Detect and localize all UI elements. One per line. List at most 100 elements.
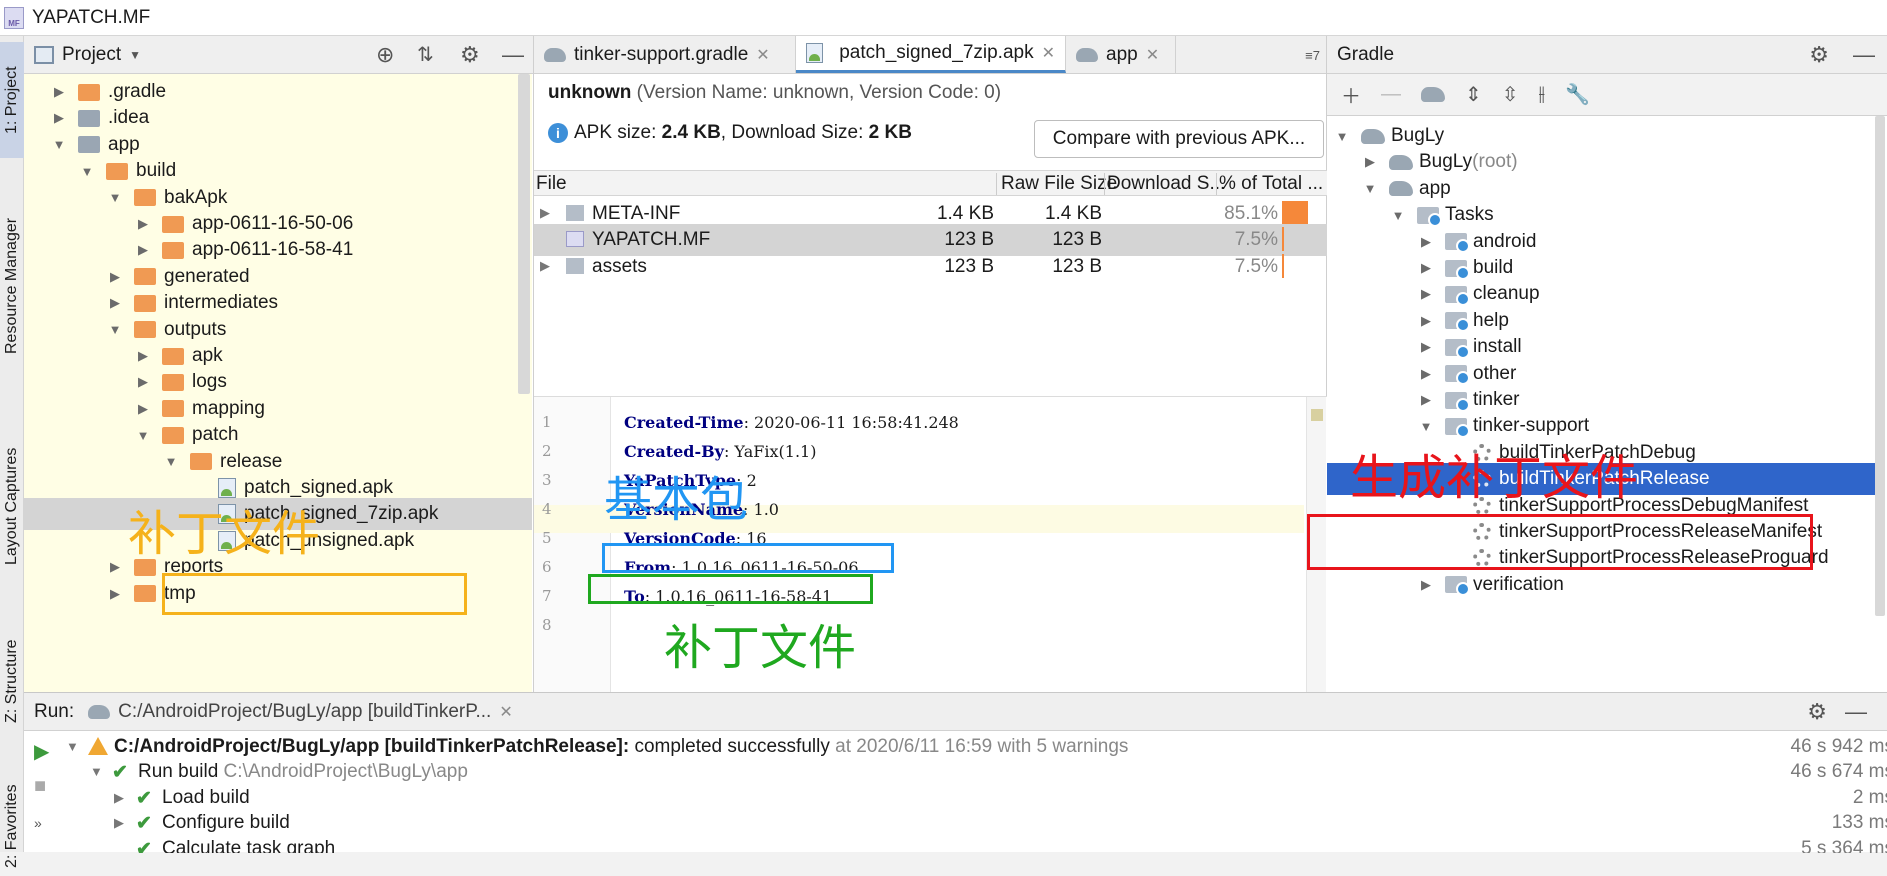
chevron-right-icon[interactable]: ▶ — [136, 216, 150, 232]
tool-tab-favorites[interactable]: 2: Favorites — [0, 776, 24, 876]
build-output-row[interactable]: ▼C:/AndroidProject/BugLy/app [buildTinke… — [64, 735, 1887, 760]
add-icon[interactable]: ＋ — [1341, 80, 1361, 109]
percent-bar — [1282, 227, 1284, 251]
build-output-row[interactable]: ✔Calculate task graph5 s 364 ms — [64, 837, 1887, 853]
file-row[interactable]: ▶assets123 B123 B7.5% — [534, 251, 1327, 283]
tool-tab-structure[interactable]: Z: Structure — [0, 626, 24, 736]
gear-icon[interactable]: ⚙ — [460, 42, 480, 68]
tool-tab-project[interactable]: 1: Project — [0, 42, 24, 158]
close-icon[interactable]: ✕ — [1146, 45, 1159, 65]
chevron-down-icon[interactable]: ▼ — [80, 164, 94, 179]
percent-bar — [1282, 254, 1284, 278]
chevron-right-icon[interactable]: ▶ — [114, 815, 124, 831]
chevron-right-icon[interactable]: ▶ — [540, 205, 550, 221]
tab-app[interactable]: app ✕ — [1066, 36, 1176, 73]
tab-patch-signed-7zip-apk[interactable]: patch_signed_7zip.apk ✕ — [796, 36, 1066, 73]
compare-button[interactable]: Compare with previous APK... — [1034, 120, 1324, 158]
close-icon[interactable]: ✕ — [499, 702, 512, 722]
chevron-right-icon[interactable]: ▶ — [1419, 577, 1433, 593]
chevron-right-icon[interactable]: ▶ — [1419, 366, 1433, 382]
percent-bar — [1282, 201, 1308, 225]
gradle-scrollbar[interactable] — [1875, 116, 1885, 616]
chevron-right-icon[interactable]: ▶ — [52, 84, 66, 100]
chevron-right-icon[interactable]: ▶ — [540, 258, 550, 274]
col-percent[interactable]: % of Total ... — [1216, 173, 1323, 195]
chevron-right-icon[interactable]: ▶ — [114, 790, 124, 806]
tool-tab-layout-captures[interactable]: Layout Captures — [0, 426, 24, 586]
chevron-down-icon[interactable]: ▼ — [129, 48, 141, 62]
tree-item-label: patch_signed.apk — [244, 477, 393, 499]
check-icon: ✔ — [136, 812, 152, 835]
close-icon[interactable]: ✕ — [1042, 43, 1055, 63]
tool-tab-resource-manager[interactable]: Resource Manager — [0, 196, 24, 376]
crosshair-icon[interactable]: ⊕ — [376, 42, 394, 68]
code-line[interactable]: Created-By: YaFix(1.1) — [624, 442, 816, 461]
stop-icon[interactable]: ■ — [34, 775, 46, 798]
gradle-task-label: tinker — [1473, 389, 1519, 411]
chevron-right-icon[interactable]: ▶ — [1419, 313, 1433, 329]
chevron-right-icon[interactable]: ▶ — [1419, 234, 1433, 250]
minimize-icon[interactable]: — — [502, 42, 524, 68]
run-tab[interactable]: C:/AndroidProject/BugLy/app [buildTinker… — [88, 701, 513, 723]
wrench-icon[interactable]: 🔧 — [1565, 82, 1590, 107]
close-icon[interactable]: ✕ — [756, 45, 769, 65]
chevron-down-icon[interactable]: ▼ — [90, 764, 103, 779]
task-group-icon — [1445, 365, 1467, 382]
task-group-icon — [1445, 233, 1467, 250]
chevron-down-icon[interactable]: ▼ — [1419, 419, 1433, 434]
chevron-down-icon[interactable]: ▼ — [136, 428, 150, 443]
col-raw-size[interactable]: Raw File Size — [996, 173, 1117, 195]
chevron-right-icon[interactable]: ▶ — [136, 374, 150, 390]
chevron-right-icon[interactable]: ▶ — [108, 559, 122, 575]
chevron-right-icon[interactable]: ▶ — [136, 401, 150, 417]
chevron-down-icon[interactable]: ▼ — [1363, 181, 1377, 196]
gear-icon[interactable]: ⚙ — [1809, 42, 1829, 68]
project-view-selector[interactable]: Project — [62, 44, 121, 66]
info-icon: i — [548, 123, 568, 143]
chevron-right-icon[interactable]: ▶ — [52, 110, 66, 126]
project-panel-header: Project ▼ ⊕ ⇅ ⚙ — — [24, 36, 533, 74]
chevron-right-icon[interactable]: ▶ — [136, 348, 150, 364]
toggle-offline-icon[interactable]: ⫲ — [1539, 83, 1545, 106]
chevron-right-icon[interactable]: ▶ — [108, 295, 122, 311]
build-output-row[interactable]: ▼✔Run build C:\AndroidProject\BugLy\app4… — [64, 760, 1887, 785]
chevron-down-icon[interactable]: ▼ — [1335, 129, 1349, 144]
line-number: 3 — [542, 471, 562, 489]
collapse-all-icon[interactable]: ⇅ — [417, 42, 434, 67]
chevron-right-icon[interactable]: ▶ — [1363, 154, 1377, 170]
minimize-icon[interactable]: — — [1845, 699, 1867, 725]
code-line[interactable]: Created-Time: 2020-06-11 16:58:41.248 — [624, 413, 959, 432]
collapse-all-icon[interactable]: ⇳ — [1502, 82, 1519, 107]
minimize-icon[interactable]: — — [1853, 42, 1875, 68]
more-icon[interactable]: » — [34, 815, 42, 831]
chevron-down-icon[interactable]: ▼ — [164, 454, 178, 469]
col-download-size[interactable]: Download S... — [1104, 173, 1225, 195]
remove-icon[interactable]: — — [1381, 83, 1401, 106]
tabs-overflow-icon[interactable]: ≡7 — [1305, 36, 1326, 73]
chevron-right-icon[interactable]: ▶ — [136, 242, 150, 258]
build-output-row[interactable]: ▶✔Configure build133 ms — [64, 811, 1887, 836]
chevron-down-icon[interactable]: ▼ — [52, 137, 66, 152]
gradle-icon — [1389, 181, 1413, 196]
expand-all-icon[interactable]: ⇕ — [1465, 82, 1482, 107]
chevron-down-icon[interactable]: ▼ — [108, 190, 122, 205]
rerun-icon[interactable]: ▶ — [34, 739, 49, 764]
chevron-down-icon[interactable]: ▼ — [1391, 208, 1405, 223]
chevron-right-icon[interactable]: ▶ — [1419, 392, 1433, 408]
build-output-row[interactable]: ▶✔Load build2 ms — [64, 786, 1887, 811]
chevron-down-icon[interactable]: ▼ — [66, 739, 79, 754]
elephant-icon[interactable] — [1421, 87, 1445, 102]
chevron-right-icon[interactable]: ▶ — [108, 269, 122, 285]
gradle-task-item[interactable]: ▶verification — [1327, 569, 1875, 601]
gear-icon[interactable]: ⚙ — [1807, 699, 1827, 725]
chevron-right-icon[interactable]: ▶ — [1419, 260, 1433, 276]
chevron-right-icon[interactable]: ▶ — [108, 586, 122, 602]
tab-tinker-support-gradle[interactable]: tinker-support.gradle ✕ — [534, 36, 796, 73]
folder-icon — [134, 189, 156, 206]
chevron-right-icon[interactable]: ▶ — [1419, 339, 1433, 355]
chevron-down-icon[interactable]: ▼ — [108, 322, 122, 337]
col-file[interactable]: File — [536, 173, 567, 195]
task-group-icon — [1445, 312, 1467, 329]
line-number: 5 — [542, 529, 562, 547]
chevron-right-icon[interactable]: ▶ — [1419, 286, 1433, 302]
